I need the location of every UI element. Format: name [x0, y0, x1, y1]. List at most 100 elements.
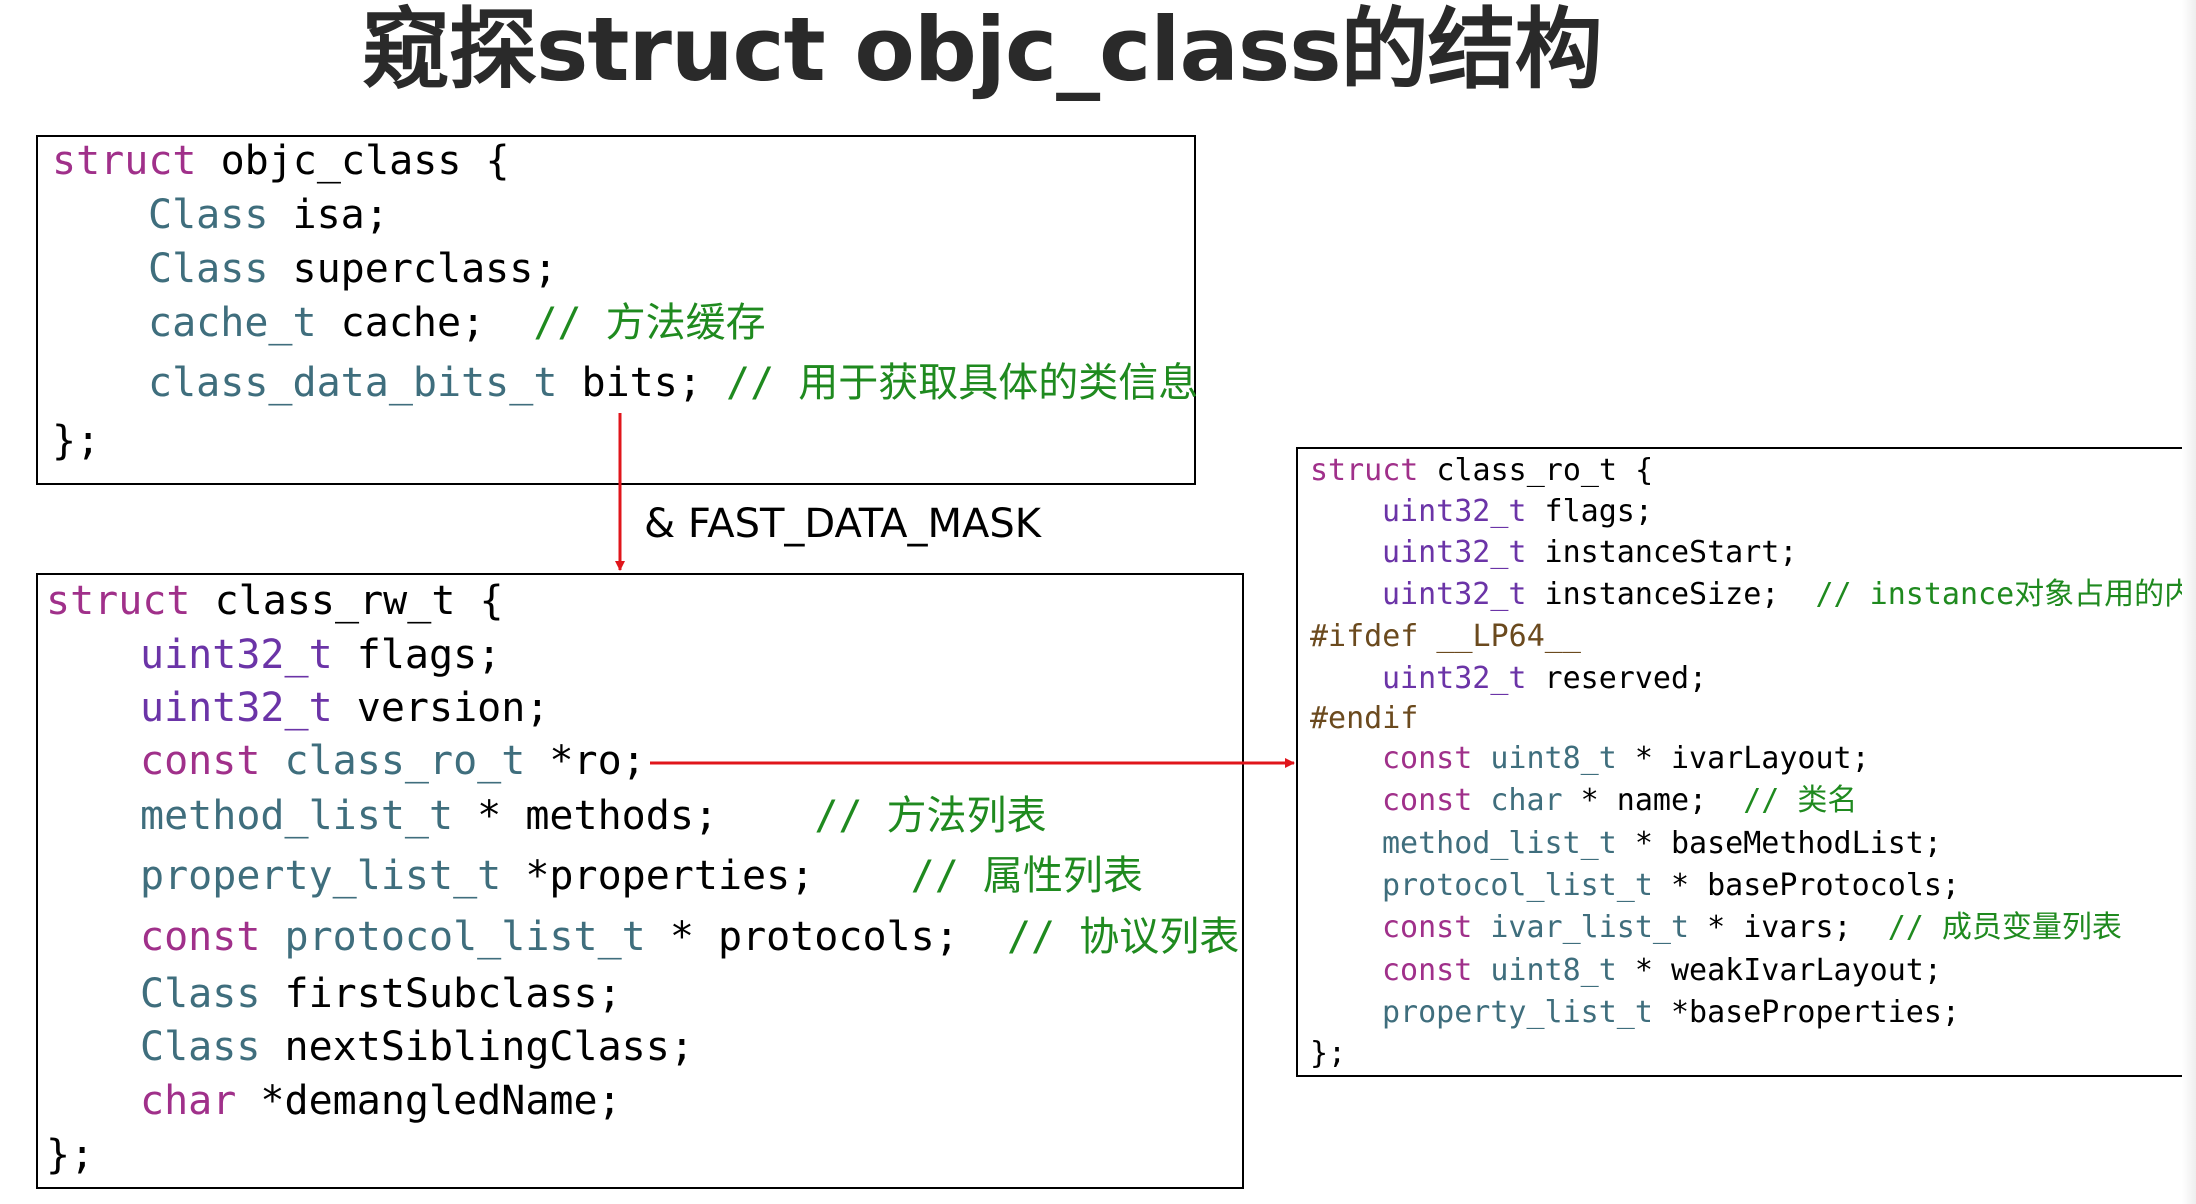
code-text: * methods;: [453, 793, 815, 839]
type-name: uint32_t: [1382, 661, 1527, 696]
type-name: uint8_t: [1472, 953, 1617, 988]
keyword: struct: [52, 138, 197, 184]
type-name: Class: [148, 246, 269, 292]
type-name: method_list_t: [140, 793, 454, 839]
code-comment: // 方法列表: [814, 793, 1047, 839]
code-text: cache;: [316, 300, 534, 346]
code-text: * name;: [1562, 783, 1744, 818]
keyword: const: [140, 914, 261, 960]
type-name: char: [1472, 783, 1563, 818]
type-name: Class: [148, 192, 269, 238]
code-line: cache_t cache; // 方法缓存: [148, 299, 766, 347]
code-text: flags;: [1526, 494, 1653, 529]
type-name: class_ro_t: [260, 738, 526, 784]
code-line: uint32_t flags;: [1382, 494, 1653, 530]
code-line: Class firstSubclass;: [140, 970, 622, 1018]
window-edge: [2182, 0, 2196, 1204]
code-text: flags;: [332, 632, 502, 678]
code-text: };: [46, 1132, 95, 1178]
code-text: *demangledName;: [236, 1078, 622, 1124]
type-name: Class: [140, 971, 261, 1017]
objc-class-code-box: struct objc_class { Class isa; Class sup…: [36, 135, 1198, 485]
type-name: uint32_t: [1382, 535, 1527, 570]
type-name: property_list_t: [140, 853, 502, 899]
code-text: reserved;: [1526, 661, 1708, 696]
preprocessor-directive: #endif: [1310, 701, 1419, 736]
type-name: protocol_list_t: [260, 914, 646, 960]
page-title: 窥探struct objc_class的结构: [362, 0, 1603, 101]
code-text: * baseMethodList;: [1616, 826, 1942, 861]
code-text: instanceStart;: [1526, 535, 1798, 570]
code-line: const protocol_list_t * protocols; // 协议…: [140, 913, 1239, 961]
code-text: * weakIvarLayout;: [1616, 953, 1942, 988]
code-text: };: [1310, 1036, 1347, 1071]
type-name: class_data_bits_t: [148, 360, 558, 406]
code-text: bits;: [557, 360, 726, 406]
code-line: uint32_t instanceSize; // instance对象占用的内: [1382, 577, 2194, 613]
code-line: class_data_bits_t bits; // 用于获取具体的类信息: [148, 359, 1198, 407]
type-name: uint32_t: [1382, 577, 1527, 612]
code-line: };: [46, 1131, 94, 1179]
code-line: const ivar_list_t * ivars; // 成员变量列表: [1382, 910, 2122, 946]
code-text: * baseProtocols;: [1652, 868, 1960, 903]
code-line: const uint8_t * ivarLayout;: [1382, 741, 1870, 777]
code-comment: // 类名: [1743, 783, 1858, 818]
code-line: protocol_list_t * baseProtocols;: [1382, 868, 1960, 904]
keyword: struct: [1310, 453, 1419, 488]
type-name: uint32_t: [1382, 494, 1527, 529]
type-name: method_list_t: [1382, 826, 1617, 861]
code-line: uint32_t instanceStart;: [1382, 535, 1797, 571]
code-text: superclass;: [268, 246, 558, 292]
code-line: method_list_t * methods; // 方法列表: [140, 792, 1047, 840]
code-text: class_ro_t {: [1418, 453, 1654, 488]
type-name: protocol_list_t: [1382, 868, 1653, 903]
code-line: struct objc_class {: [52, 137, 510, 185]
keyword: char: [140, 1078, 237, 1124]
code-line: struct class_rw_t {: [46, 577, 504, 625]
type-name: uint32_t: [140, 685, 333, 731]
code-line: const class_ro_t *ro;: [140, 737, 646, 785]
code-line: };: [1310, 1036, 1346, 1072]
code-text: * ivarLayout;: [1616, 741, 1870, 776]
type-name: cache_t: [148, 300, 317, 346]
type-name: ivar_list_t: [1472, 910, 1690, 945]
code-text: isa;: [268, 192, 389, 238]
code-line: const char * name; // 类名: [1382, 783, 1857, 819]
code-line: Class nextSiblingClass;: [140, 1023, 694, 1071]
code-line: const uint8_t * weakIvarLayout;: [1382, 953, 1942, 989]
preprocessor-directive: #ifdef __LP64__: [1310, 619, 1581, 654]
code-line: #ifdef __LP64__: [1310, 619, 1581, 655]
code-line: };: [52, 417, 100, 465]
code-line: struct class_ro_t {: [1310, 453, 1653, 489]
code-text: *baseProperties;: [1652, 995, 1960, 1030]
code-line: char *demangledName;: [140, 1077, 622, 1125]
code-line: uint32_t version;: [140, 684, 549, 732]
keyword: const: [1382, 741, 1473, 776]
code-comment: // 成员变量列表: [1887, 910, 2122, 945]
code-text: };: [52, 418, 101, 464]
code-line: #endif: [1310, 701, 1418, 737]
keyword: const: [1382, 910, 1473, 945]
code-text: *properties;: [501, 853, 911, 899]
code-text: * protocols;: [645, 914, 1007, 960]
code-comment: // 属性列表: [910, 853, 1143, 899]
code-line: property_list_t *baseProperties;: [1382, 995, 1960, 1031]
code-text: * ivars;: [1689, 910, 1888, 945]
code-text: objc_class {: [196, 138, 510, 184]
code-line: Class superclass;: [148, 245, 557, 293]
class-rw-t-code-box: struct class_rw_t { uint32_t flags; uint…: [36, 573, 1244, 1189]
code-comment: // 方法缓存: [533, 300, 766, 346]
code-comment: // instance对象占用的内: [1815, 577, 2195, 612]
code-text: *ro;: [525, 738, 646, 784]
type-name: uint32_t: [140, 632, 333, 678]
code-line: method_list_t * baseMethodList;: [1382, 826, 1942, 862]
code-text: version;: [332, 685, 550, 731]
code-comment: // 协议列表: [1006, 914, 1240, 960]
keyword: const: [140, 738, 261, 784]
code-text: class_rw_t {: [190, 578, 504, 624]
type-name: property_list_t: [1382, 995, 1653, 1030]
class-ro-t-code-box: struct class_ro_t { uint32_t flags; uint…: [1296, 447, 2196, 1077]
keyword: const: [1382, 953, 1473, 988]
code-text: nextSiblingClass;: [260, 1024, 694, 1070]
keyword: struct: [46, 578, 191, 624]
